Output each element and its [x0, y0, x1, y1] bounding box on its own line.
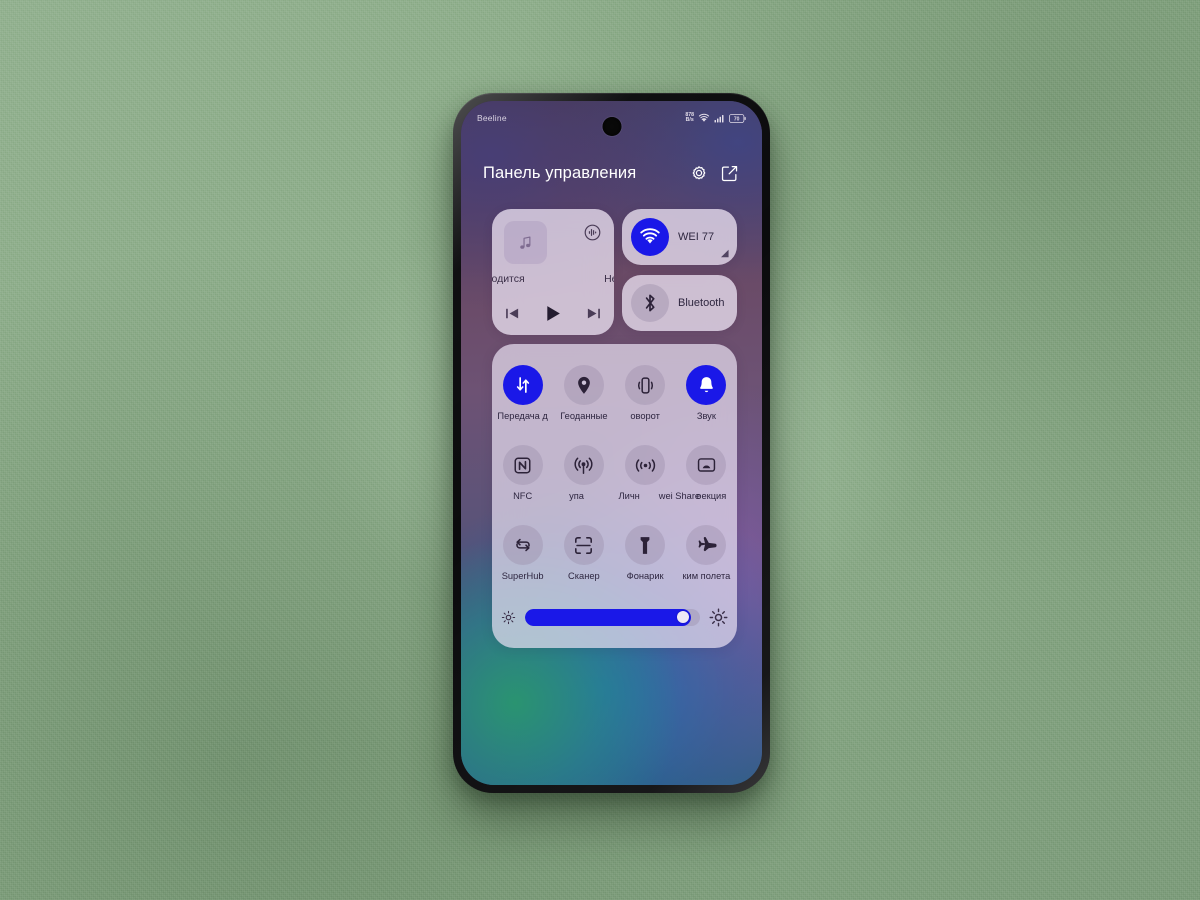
toggle-row: SuperHub Сканер Фонарик ким полета — [492, 516, 737, 592]
bluetooth-tile[interactable]: Bluetooth — [622, 275, 737, 331]
toggle-superhub[interactable]: SuperHub — [492, 516, 553, 592]
toggle-nfc[interactable]: NFC — [492, 436, 553, 512]
toggle-hotspot[interactable]: упа — [553, 436, 614, 512]
bell-sound-icon — [686, 365, 727, 405]
skip-previous-icon[interactable] — [500, 301, 524, 325]
toggle-label: оворот — [630, 411, 660, 421]
gear-icon[interactable] — [688, 162, 710, 184]
nfc-icon — [502, 445, 543, 485]
screen-projection-icon — [686, 445, 727, 485]
toggle-label: NFC — [513, 491, 533, 501]
wifi-icon — [631, 218, 669, 256]
toggle-flashlight[interactable]: Фонарик — [615, 516, 676, 592]
auto-rotate-icon — [625, 365, 666, 405]
hotspot-icon — [563, 445, 604, 485]
toggle-label: Передача д — [497, 411, 548, 421]
phone-device: Beeline 878 B/s 70 Панель управления оди… — [453, 93, 770, 793]
toggle-screen-projection[interactable]: оекция — [676, 436, 737, 512]
toggle-label: Звук — [696, 411, 716, 421]
front-camera-punch-hole — [602, 117, 621, 136]
status-bar-icons: 878 B/s 70 — [685, 112, 746, 124]
battery-level-text: 70 — [734, 116, 740, 122]
play-icon[interactable] — [541, 301, 565, 325]
carrier-label: Beeline — [477, 113, 507, 123]
location-pin-icon — [563, 365, 604, 405]
network-speed-indicator: 878 B/s — [685, 112, 694, 124]
brightness-high-icon — [709, 608, 728, 626]
toggle-row: NFC упа Личн wei Share оекция — [492, 436, 737, 512]
phone-screen: Beeline 878 B/s 70 Панель управления оди… — [461, 101, 762, 785]
toggle-label: оекция — [696, 491, 727, 501]
toggle-label: Личн — [618, 491, 640, 501]
toggle-sound[interactable]: Звук — [676, 356, 737, 432]
brightness-slider[interactable] — [525, 608, 700, 626]
brightness-fill — [525, 608, 692, 626]
toggle-label: SuperHub — [501, 571, 544, 581]
wifi-status-icon — [698, 113, 710, 122]
toggle-mobile-data[interactable]: Передача д — [492, 356, 553, 432]
brightness-control — [492, 597, 737, 637]
mobile-data-icon — [502, 365, 543, 405]
media-player-card[interactable]: водится Не в — [492, 209, 614, 335]
toggle-label: Сканер — [568, 571, 600, 581]
toggle-airplane-mode[interactable]: ким полета — [676, 516, 737, 592]
cellular-signal-icon — [714, 114, 724, 122]
music-note-icon — [504, 221, 547, 264]
wifi-tile[interactable]: WEI 77 — [622, 209, 737, 265]
toggle-scanner[interactable]: Сканер — [553, 516, 614, 592]
quick-toggles-panel: Передача д Геоданные оворот Звук NFC упа… — [492, 344, 737, 648]
network-speed-unit: B/s — [685, 117, 694, 123]
flashlight-icon — [625, 525, 666, 565]
skip-next-icon[interactable] — [582, 301, 606, 325]
media-title: водится — [492, 273, 525, 285]
toggle-label: упа — [569, 491, 584, 501]
toggle-label: Геоданные — [560, 411, 608, 421]
battery-icon: 70 — [729, 113, 746, 123]
airplane-icon — [686, 525, 727, 565]
media-subtitle: Не в — [604, 273, 614, 285]
superhub-icon — [502, 525, 543, 565]
huawei-share-icon — [625, 445, 666, 485]
media-metadata: водится Не в — [492, 273, 614, 285]
media-controls — [492, 297, 614, 329]
wifi-network-name: WEI 77 — [678, 231, 715, 243]
toggle-auto-rotate[interactable]: оворот — [615, 356, 676, 432]
audio-output-icon[interactable] — [581, 221, 603, 243]
expand-arrow-icon[interactable] — [720, 249, 729, 258]
scanner-icon — [563, 525, 604, 565]
page-title: Панель управления — [483, 163, 637, 182]
toggle-label: Фонарик — [626, 571, 664, 581]
brightness-low-icon — [501, 610, 516, 624]
toggle-huawei-share[interactable]: Личн wei Share — [615, 436, 700, 512]
toggle-location[interactable]: Геоданные — [553, 356, 614, 432]
toggle-label: ким полета — [682, 571, 731, 581]
toggle-row: Передача д Геоданные оворот Звук — [492, 356, 737, 432]
control-panel-header: Панель управления — [461, 156, 762, 190]
bluetooth-label: Bluetooth — [678, 297, 725, 309]
edit-square-icon[interactable] — [718, 162, 740, 184]
bluetooth-icon — [631, 284, 669, 322]
